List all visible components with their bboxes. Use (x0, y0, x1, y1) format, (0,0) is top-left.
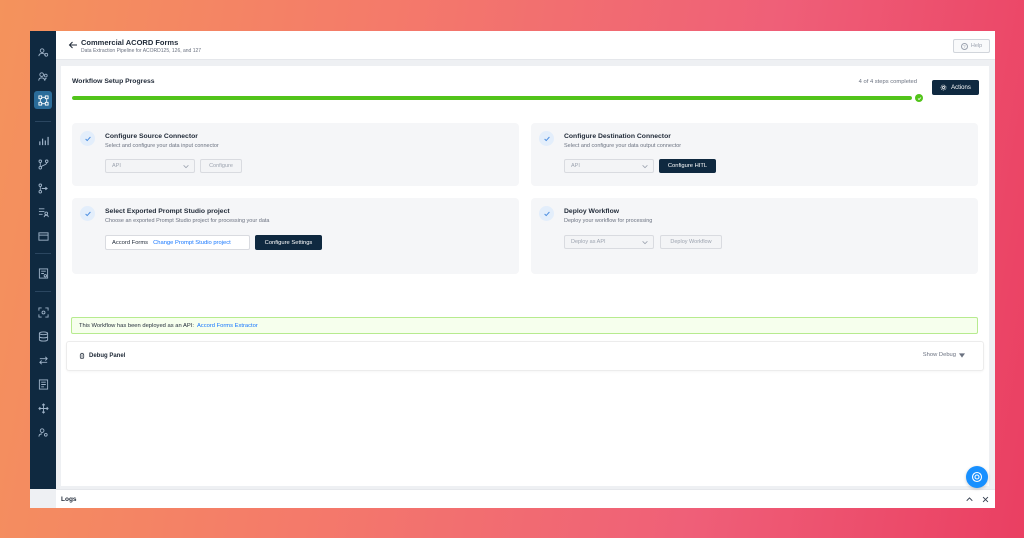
git-branch-icon[interactable] (34, 155, 52, 173)
project-name: Accord Forms (112, 239, 149, 246)
actions-button[interactable]: Actions (932, 80, 979, 95)
sidebar-divider (35, 121, 51, 122)
pipeline-icon[interactable] (34, 179, 52, 197)
show-debug-label: Show Debug (922, 352, 956, 358)
workflow-icon[interactable] (34, 91, 52, 109)
deploy-workflow-card: Deploy Workflow Deploy your workflow for… (531, 198, 978, 274)
change-project-link[interactable]: Change Prompt Studio project (153, 240, 231, 246)
card-title: Select Exported Prompt Studio project (105, 208, 230, 215)
back-arrow-icon[interactable] (68, 40, 78, 50)
source-connector-card: Configure Source Connector Select and co… (72, 123, 519, 186)
support-icon (971, 471, 983, 483)
debug-panel-title: Debug Panel (89, 352, 126, 359)
card-description: Deploy your workflow for processing (564, 218, 653, 224)
chevron-down-icon (642, 165, 648, 169)
card-title: Configure Source Connector (105, 133, 198, 140)
alert-text: This Workflow has been deployed as an AP… (79, 322, 194, 329)
selected-project: Accord Forms Change Prompt Studio projec… (105, 235, 250, 250)
scan-icon[interactable] (34, 303, 52, 321)
page-header: Commercial ACORD Forms Data Extraction P… (56, 31, 995, 60)
user-group-icon[interactable] (34, 67, 52, 85)
user-settings-icon[interactable] (34, 423, 52, 441)
caret-down-icon (959, 352, 965, 358)
deploy-workflow-button[interactable]: Deploy Workflow (660, 235, 722, 249)
deploy-type-select[interactable]: Deploy as API (564, 235, 654, 249)
card-description: Choose an exported Prompt Studio project… (105, 218, 270, 224)
page-title: Commercial ACORD Forms (81, 38, 179, 47)
list-user-icon[interactable] (34, 203, 52, 221)
list-settings-icon[interactable] (34, 375, 52, 393)
swap-icon[interactable] (34, 351, 52, 369)
configure-hitl-button[interactable]: Configure HITL (659, 159, 716, 173)
progress-title: Workflow Setup Progress (72, 78, 155, 85)
card-description: Select and configure your data output co… (564, 143, 682, 149)
debug-panel: Debug Panel Show Debug (66, 341, 984, 371)
main-content: Workflow Setup Progress 4 of 4 steps com… (61, 66, 989, 486)
check-icon (539, 131, 554, 146)
card-title: Configure Destination Connector (564, 133, 671, 140)
help-button[interactable]: ? Help (953, 39, 990, 53)
check-icon (539, 206, 554, 221)
bug-icon (79, 352, 85, 359)
help-fab-button[interactable] (966, 466, 988, 488)
select-value: Deploy as API (571, 239, 606, 245)
chevron-down-icon (183, 165, 189, 169)
actions-label: Actions (951, 84, 971, 91)
card-description: Select and configure your data input con… (105, 143, 219, 149)
users-icon[interactable] (34, 43, 52, 61)
progress-bar-fill (72, 96, 912, 100)
move-icon[interactable] (34, 399, 52, 417)
chevron-down-icon (642, 241, 648, 245)
app-window: Commercial ACORD Forms Data Extraction P… (30, 31, 995, 508)
sidebar-divider (35, 253, 51, 254)
window-icon[interactable] (34, 227, 52, 245)
destination-connector-card: Configure Destination Connector Select a… (531, 123, 978, 186)
document-settings-icon[interactable] (34, 264, 52, 282)
logs-bar: Logs (56, 489, 995, 508)
question-icon: ? (960, 42, 968, 50)
card-title: Deploy Workflow (564, 208, 620, 215)
sidebar-divider (35, 291, 51, 292)
configure-source-button[interactable]: Configure (200, 159, 242, 173)
page-subtitle: Data Extraction Pipeline for ACORD125, 1… (81, 48, 202, 54)
gear-icon (940, 84, 947, 91)
destination-connector-select[interactable]: API (564, 159, 654, 173)
select-value: API (571, 163, 580, 169)
close-icon[interactable] (982, 496, 989, 503)
api-link[interactable]: Accord Forms Extractor (197, 323, 258, 329)
check-icon (80, 206, 95, 221)
configure-settings-button[interactable]: Configure Settings (255, 235, 322, 250)
debug-panel-header: Debug Panel (79, 352, 125, 359)
progress-complete-icon (915, 94, 923, 102)
steps-completed-text: 4 of 4 steps completed (858, 79, 917, 85)
deployment-success-alert: This Workflow has been deployed as an AP… (71, 317, 978, 334)
show-debug-toggle[interactable]: Show Debug (923, 352, 965, 358)
source-connector-select[interactable]: API (105, 159, 195, 173)
progress-bar (72, 96, 912, 100)
check-icon (80, 131, 95, 146)
chevron-up-icon[interactable] (966, 496, 973, 502)
logs-title: Logs (61, 496, 77, 503)
prompt-studio-project-card: Select Exported Prompt Studio project Ch… (72, 198, 519, 274)
database-icon[interactable] (34, 327, 52, 345)
select-value: API (112, 163, 121, 169)
bar-chart-icon[interactable] (34, 131, 52, 149)
help-label: Help (970, 43, 983, 49)
sidebar (30, 31, 56, 489)
